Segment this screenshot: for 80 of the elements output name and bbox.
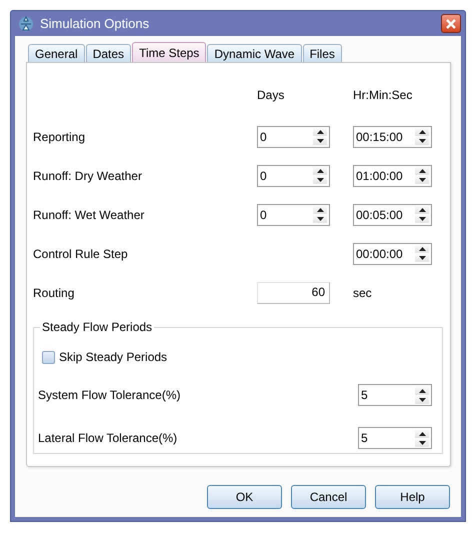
tab[interactable]: Files bbox=[302, 44, 342, 62]
spin-up-button[interactable] bbox=[415, 430, 429, 438]
down-arrow-icon bbox=[316, 178, 324, 182]
up-arrow-icon bbox=[418, 169, 426, 173]
spin-field[interactable]: 00:15:00 bbox=[353, 126, 432, 148]
input-field[interactable]: 60 bbox=[257, 282, 330, 304]
spin-down-button[interactable] bbox=[415, 438, 429, 446]
down-arrow-icon bbox=[418, 256, 426, 260]
up-arrow-icon bbox=[418, 208, 426, 212]
field-value: 01:00:00 bbox=[356, 168, 403, 182]
field-value: 00:00:00 bbox=[356, 246, 403, 260]
up-arrow-icon bbox=[418, 247, 426, 251]
tab[interactable]: General bbox=[28, 44, 85, 62]
up-arrow-icon bbox=[418, 130, 426, 134]
field-label: System Flow Tolerance(%) bbox=[38, 388, 180, 402]
spin-field[interactable]: 5 bbox=[358, 384, 432, 406]
tab[interactable]: Dates bbox=[86, 44, 132, 62]
checkbox-label[interactable]: Skip Steady Periods bbox=[59, 350, 168, 364]
dialog-button[interactable]: Help bbox=[375, 485, 450, 509]
spin-up-button[interactable] bbox=[415, 128, 429, 136]
field-value: 0 bbox=[260, 208, 267, 222]
spin-up-button[interactable] bbox=[415, 386, 429, 394]
up-arrow-icon bbox=[418, 388, 426, 392]
spin-up-button[interactable] bbox=[415, 206, 429, 214]
checkbox[interactable] bbox=[42, 350, 55, 364]
field-label: Lateral Flow Tolerance(%) bbox=[38, 431, 178, 445]
spin-up-button[interactable] bbox=[313, 167, 327, 175]
down-arrow-icon bbox=[316, 217, 324, 221]
group-title: Steady Flow Periods bbox=[41, 320, 154, 334]
field-value: 5 bbox=[361, 431, 368, 445]
unit-label: sec bbox=[353, 286, 373, 300]
field-label: Runoff: Wet Weather bbox=[33, 208, 146, 222]
spin-up-button[interactable] bbox=[313, 206, 327, 214]
field-value: 5 bbox=[361, 388, 368, 402]
spin-field[interactable]: 0 bbox=[257, 164, 330, 186]
field-value: 0 bbox=[260, 168, 267, 182]
field-label: Routing bbox=[33, 286, 76, 300]
up-arrow-icon bbox=[316, 130, 324, 134]
spin-up-button[interactable] bbox=[313, 128, 327, 136]
spin-field[interactable]: 5 bbox=[358, 427, 432, 449]
close-button[interactable] bbox=[441, 14, 461, 33]
spin-down-button[interactable] bbox=[313, 215, 327, 223]
up-arrow-icon bbox=[418, 432, 426, 436]
spin-down-button[interactable] bbox=[415, 396, 429, 404]
field-label: Runoff: Dry Weather bbox=[33, 168, 143, 182]
spin-down-button[interactable] bbox=[313, 137, 327, 145]
down-arrow-icon bbox=[418, 139, 426, 143]
close-icon bbox=[446, 18, 456, 28]
spin-down-button[interactable] bbox=[313, 176, 327, 184]
spin-down-button[interactable] bbox=[415, 137, 429, 145]
tab[interactable]: Dynamic Wave bbox=[207, 44, 302, 62]
spin-down-button[interactable] bbox=[415, 254, 429, 262]
spin-field[interactable]: 0 bbox=[257, 204, 330, 226]
window-title: Simulation Options bbox=[40, 16, 150, 31]
spin-up-button[interactable] bbox=[415, 167, 429, 175]
down-arrow-icon bbox=[418, 398, 426, 402]
spin-down-button[interactable] bbox=[415, 176, 429, 184]
up-arrow-icon bbox=[316, 208, 324, 212]
field-value: 00:05:00 bbox=[356, 208, 403, 222]
column-header: Days bbox=[257, 88, 286, 104]
spin-up-button[interactable] bbox=[415, 245, 429, 253]
dialog-button[interactable]: OK bbox=[207, 485, 282, 509]
tab[interactable]: Time Steps bbox=[132, 42, 206, 62]
down-arrow-icon bbox=[418, 178, 426, 182]
down-arrow-icon bbox=[418, 440, 426, 444]
field-value: 0 bbox=[260, 130, 267, 144]
down-arrow-icon bbox=[316, 139, 324, 143]
spin-field[interactable]: 00:00:00 bbox=[353, 242, 432, 264]
spin-field[interactable]: 01:00:00 bbox=[353, 164, 432, 186]
dialog-button[interactable]: Cancel bbox=[291, 485, 366, 509]
field-label: Reporting bbox=[33, 130, 86, 144]
spin-field[interactable]: 0 bbox=[257, 126, 330, 148]
column-header: Hr:Min:Sec bbox=[353, 88, 414, 104]
spin-field[interactable]: 00:05:00 bbox=[353, 204, 432, 226]
spin-down-button[interactable] bbox=[415, 215, 429, 223]
up-arrow-icon bbox=[316, 169, 324, 173]
app-icon bbox=[18, 16, 34, 32]
field-value: 00:15:00 bbox=[356, 130, 403, 144]
down-arrow-icon bbox=[418, 217, 426, 221]
field-label: Control Rule Step bbox=[33, 246, 129, 260]
